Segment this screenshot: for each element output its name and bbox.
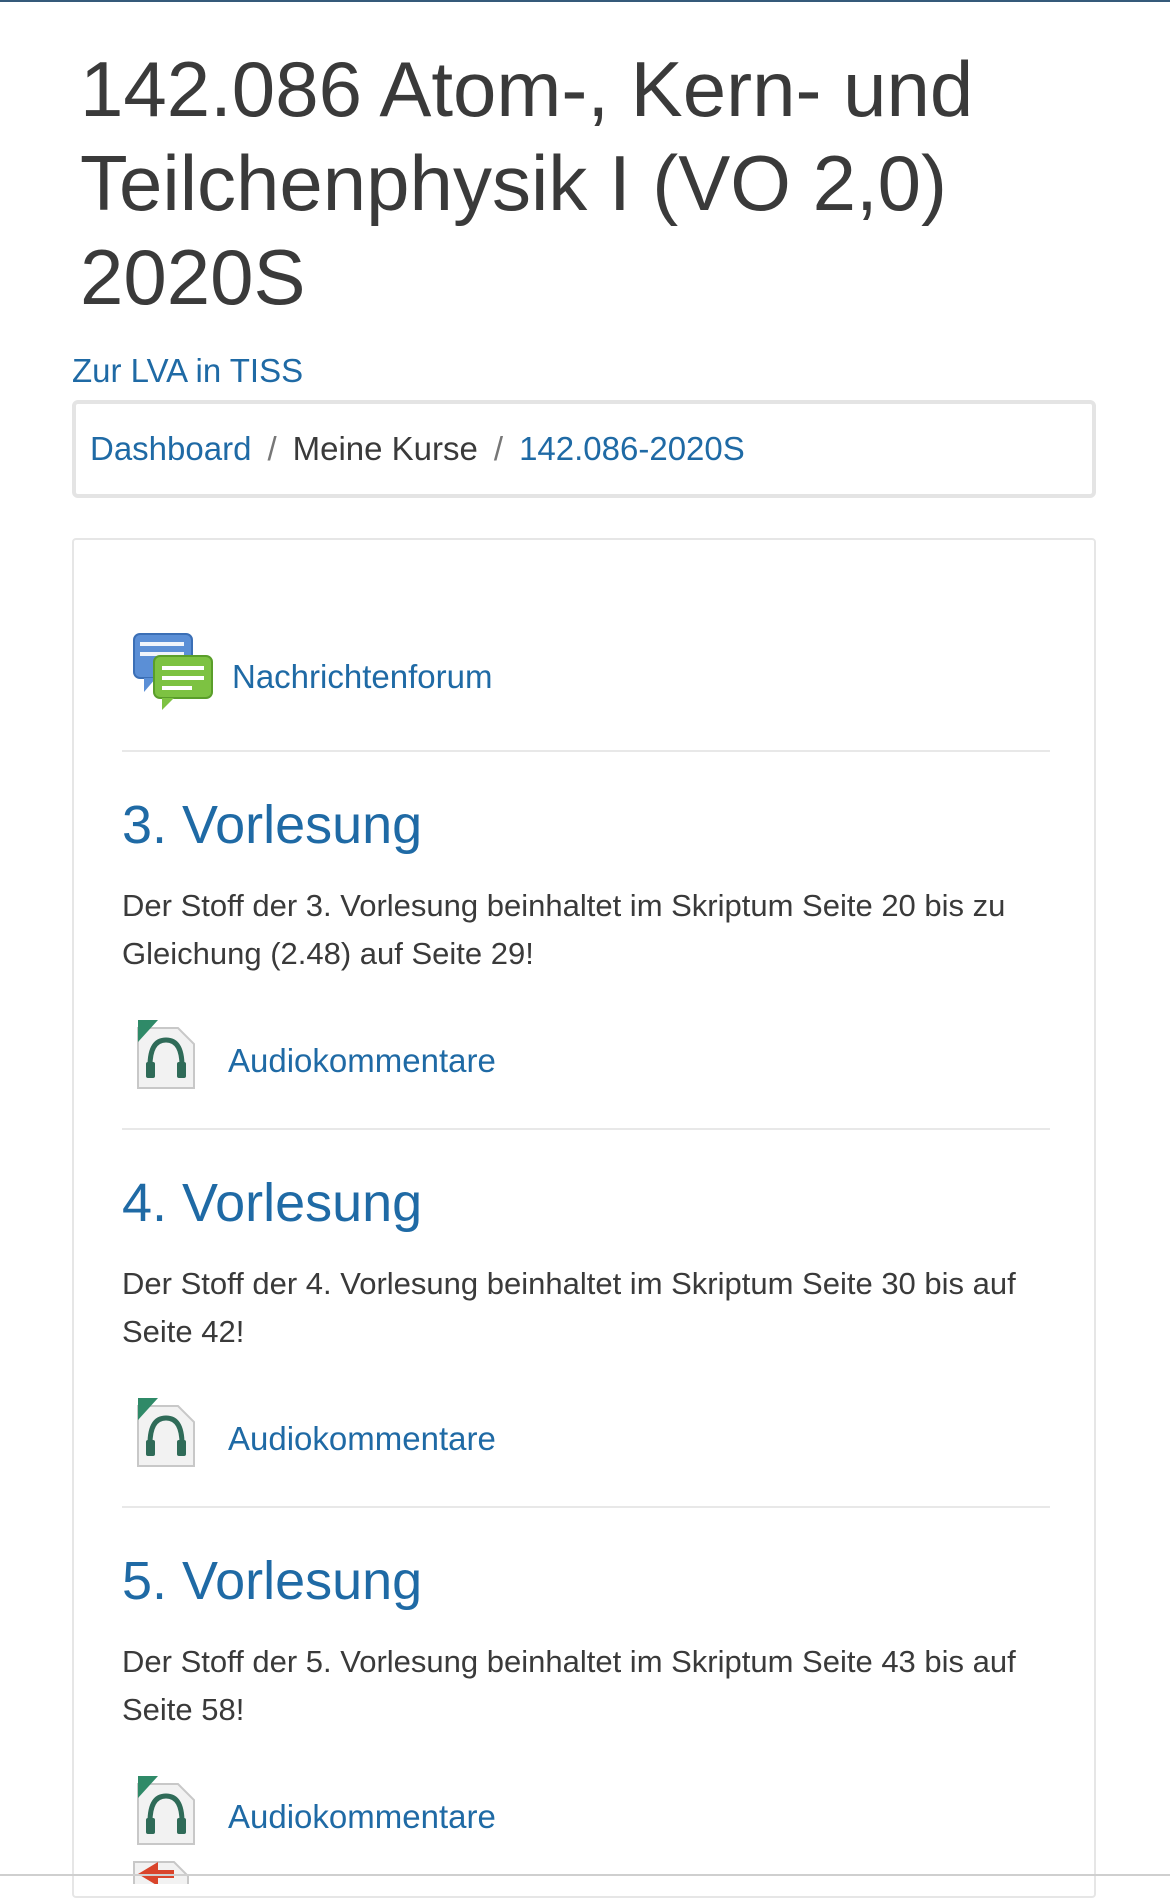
audio-link[interactable]: Audiokommentare: [228, 1798, 496, 1836]
forum-link[interactable]: Nachrichtenforum: [232, 658, 492, 696]
section-summary: Der Stoff der 3. Vorlesung beinhaltet im…: [122, 888, 1006, 971]
headphones-file-icon: [137, 1776, 195, 1845]
forum-activity[interactable]: Nachrichtenforum: [132, 628, 492, 712]
page-title: 142.086 Atom-, Kern- und Teilchenphysik …: [80, 45, 974, 321]
audio-activity[interactable]: Audiokommentare: [134, 1396, 1050, 1468]
breadcrumb-separator: /: [267, 430, 277, 467]
audio-activity[interactable]: Audiokommentare: [134, 1774, 1050, 1846]
breadcrumb-separator: /: [493, 430, 504, 467]
section-divider: [122, 750, 1050, 752]
section-5: 5. Vorlesung Der Stoff der 5. Vorlesung …: [122, 1550, 1050, 1846]
breadcrumb-my-courses: Meine Kurse: [292, 430, 478, 467]
headphones-file-icon: [137, 1398, 195, 1467]
forum-icon: [133, 633, 213, 710]
partial-activity-icon: [130, 1858, 190, 1884]
headphones-file-icon: [137, 1020, 195, 1089]
breadcrumb: Dashboard / Meine Kurse / 142.086-2020S: [72, 400, 1096, 498]
section-summary: Der Stoff der 5. Vorlesung beinhaltet im…: [122, 1644, 1016, 1727]
audio-link[interactable]: Audiokommentare: [228, 1042, 496, 1080]
audio-activity[interactable]: Audiokommentare: [134, 1018, 1050, 1090]
section-divider: [122, 1128, 1050, 1130]
section-title[interactable]: 4. Vorlesung: [122, 1172, 1050, 1234]
section-title[interactable]: 3. Vorlesung: [122, 794, 1050, 856]
breadcrumb-course[interactable]: 142.086-2020S: [519, 430, 745, 468]
section-title[interactable]: 5. Vorlesung: [122, 1550, 1050, 1612]
top-rule: [0, 0, 1170, 2]
bottom-rule: [0, 1874, 1170, 1876]
breadcrumb-dashboard[interactable]: Dashboard: [90, 430, 251, 468]
section-divider: [122, 1506, 1050, 1508]
tiss-link[interactable]: Zur LVA in TISS: [72, 352, 303, 390]
course-content: Nachrichtenforum 3. Vorlesung Der Stoff …: [72, 538, 1096, 1898]
audio-link[interactable]: Audiokommentare: [228, 1420, 496, 1458]
section-3: 3. Vorlesung Der Stoff der 3. Vorlesung …: [122, 794, 1050, 1090]
section-4: 4. Vorlesung Der Stoff der 4. Vorlesung …: [122, 1172, 1050, 1468]
section-summary: Der Stoff der 4. Vorlesung beinhaltet im…: [122, 1266, 1016, 1349]
